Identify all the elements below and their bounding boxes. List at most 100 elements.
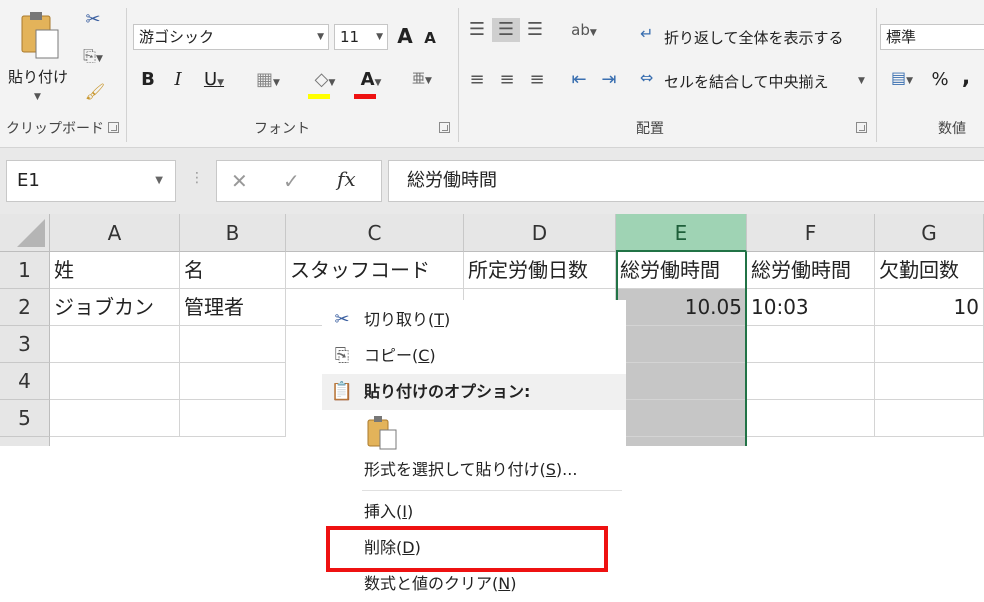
font-color-button[interactable]: A▼	[350, 68, 392, 99]
align-center-icon[interactable]: ≡	[494, 68, 520, 92]
paste-icon: 📋	[330, 381, 354, 402]
menu-item-cut[interactable]: ✂ 切り取り(T)	[322, 302, 626, 338]
cell-b2[interactable]: 管理者	[180, 289, 286, 326]
copy-label: コピー(	[364, 346, 419, 365]
cell-a4[interactable]	[50, 363, 180, 400]
cell-a5[interactable]	[50, 400, 180, 437]
phonetic-icon[interactable]: 亜▼	[402, 68, 442, 93]
row-header-5[interactable]: 5	[0, 400, 50, 437]
formula-input[interactable]: 総労働時間	[388, 160, 984, 202]
cancel-icon[interactable]: ✕	[231, 169, 248, 193]
cell-b4[interactable]	[180, 363, 286, 400]
column-header-g[interactable]: G	[875, 214, 984, 252]
shrink-font-button[interactable]: A	[420, 26, 440, 50]
cell-g5[interactable]	[875, 400, 984, 437]
percent-button[interactable]: %	[928, 68, 952, 92]
cell-c1[interactable]: スタッフコード	[286, 252, 464, 289]
column-header-f[interactable]: F	[747, 214, 875, 252]
merge-center-button[interactable]: ⇔ セルを結合して中央揃え ▼	[640, 68, 872, 94]
bold-button[interactable]: B	[136, 68, 160, 92]
clear-label: 数式と値のクリア(	[364, 574, 499, 593]
paste-option-button[interactable]	[364, 412, 404, 452]
cell-a2[interactable]: ジョブカン	[50, 289, 180, 326]
underline-button[interactable]: U▼	[196, 68, 232, 95]
grow-font-button[interactable]: A	[394, 24, 416, 48]
align-right-icon[interactable]: ≡	[524, 68, 550, 92]
font-size-select[interactable]: 11 ▼	[334, 24, 388, 50]
fill-color-icon[interactable]: ◇▼	[304, 68, 346, 99]
row-header-2[interactable]: 2	[0, 289, 50, 326]
cell-b1[interactable]: 名	[180, 252, 286, 289]
border-icon[interactable]: ▦▼	[248, 68, 288, 95]
cell-f5[interactable]	[747, 400, 875, 437]
paste-options-header: 📋 貼り付けのオプション:	[322, 374, 626, 410]
cell-d1[interactable]: 所定労働日数	[464, 252, 616, 289]
number-format-select[interactable]: 標準	[880, 24, 984, 50]
chevron-down-icon: ▼	[317, 32, 324, 42]
paste-button[interactable]: 貼り付け ▼	[4, 6, 76, 106]
menu-item-insert[interactable]: 挿入(I)	[322, 494, 626, 530]
orientation-icon[interactable]: ab▼	[564, 18, 604, 45]
italic-glyph: I	[174, 69, 182, 90]
align-left-icon[interactable]: ≡	[464, 68, 490, 92]
row-header-6[interactable]	[0, 437, 50, 446]
cell-f1[interactable]: 総労働時間	[747, 252, 875, 289]
name-box-value: E1	[17, 170, 40, 191]
column-header-c[interactable]: C	[286, 214, 464, 252]
copy-accesskey: C	[418, 346, 430, 365]
column-header-e[interactable]: E	[616, 214, 747, 252]
merge-center-label: セルを結合して中央揃え	[664, 73, 829, 91]
cell-f3[interactable]	[747, 326, 875, 363]
cell-f4[interactable]	[747, 363, 875, 400]
align-middle-icon[interactable]: ☰	[492, 18, 520, 42]
column-header-d[interactable]: D	[464, 214, 616, 252]
font-name-value: 游ゴシック	[139, 28, 215, 46]
clipboard-launcher-icon[interactable]	[108, 122, 119, 133]
alignment-launcher-icon[interactable]	[856, 122, 867, 133]
column-header-b[interactable]: B	[180, 214, 286, 252]
merge-center-icon: ⇔	[640, 68, 654, 87]
insert-function-icon[interactable]: fx	[337, 167, 356, 191]
cell-b5[interactable]	[180, 400, 286, 437]
formula-bar-grip-icon[interactable]: ⋮	[190, 170, 204, 186]
font-launcher-icon[interactable]	[439, 122, 450, 133]
row-header-4[interactable]: 4	[0, 363, 50, 400]
cell-a3[interactable]	[50, 326, 180, 363]
align-bottom-icon[interactable]: ☰	[522, 18, 548, 42]
enter-icon[interactable]: ✓	[283, 169, 300, 193]
paste-dropdown-icon[interactable]: ▼	[34, 92, 41, 102]
menu-item-paste-special[interactable]: 形式を選択して貼り付け(S)...	[322, 452, 626, 488]
format-painter-icon[interactable]: 🖌	[82, 80, 108, 104]
comma-button[interactable]: ,	[956, 66, 976, 90]
fill-color-swatch	[308, 94, 330, 99]
cell-g1[interactable]: 欠勤回数	[875, 252, 984, 289]
chevron-down-icon: ▼	[376, 32, 383, 42]
cell-a1[interactable]: 姓	[50, 252, 180, 289]
wrap-text-button[interactable]: ↵ 折り返して全体を表示する	[640, 24, 868, 50]
font-color-glyph: A	[360, 69, 375, 90]
copy-label-tail: )	[429, 346, 436, 365]
cell-g4[interactable]	[875, 363, 984, 400]
column-header-a[interactable]: A	[50, 214, 180, 252]
decrease-indent-icon[interactable]: ⇤	[566, 68, 592, 92]
cut-icon[interactable]: ✂	[80, 8, 106, 32]
clipboard-group-label: クリップボード	[6, 121, 104, 137]
group-separator	[876, 8, 877, 142]
accounting-format-icon[interactable]: ▤▼	[882, 66, 922, 93]
menu-item-copy[interactable]: ⎘ コピー(C)	[322, 338, 626, 374]
font-name-select[interactable]: 游ゴシック ▼	[133, 24, 329, 50]
cell-g2[interactable]: 10	[875, 289, 984, 326]
cell-b3[interactable]	[180, 326, 286, 363]
align-top-icon[interactable]: ☰	[464, 18, 490, 42]
cell-f2[interactable]: 10:03	[747, 289, 875, 326]
font-group-label: フォント	[254, 121, 310, 137]
row-header-3[interactable]: 3	[0, 326, 50, 363]
increase-indent-icon[interactable]: ⇥	[596, 68, 622, 92]
italic-button[interactable]: I	[166, 68, 190, 92]
cell-g3[interactable]	[875, 326, 984, 363]
name-box[interactable]: E1 ▼	[6, 160, 176, 202]
paste-special-label-tail: )...	[555, 460, 578, 479]
copy-icon[interactable]: ⎘▼	[80, 44, 106, 71]
select-all-corner[interactable]	[0, 214, 50, 252]
row-header-1[interactable]: 1	[0, 252, 50, 289]
